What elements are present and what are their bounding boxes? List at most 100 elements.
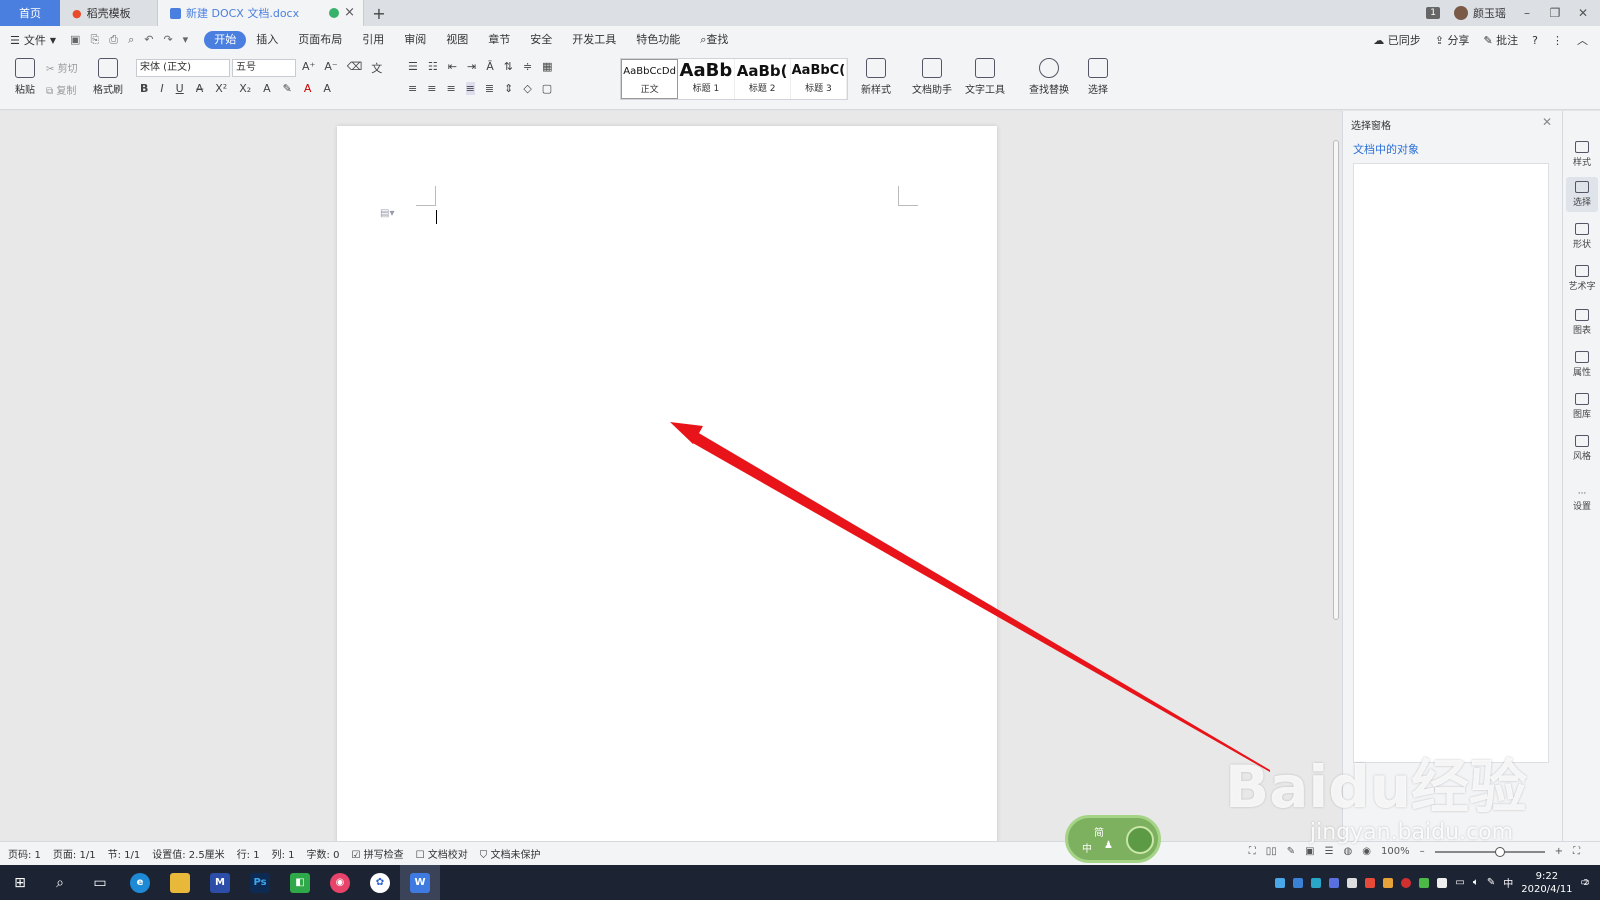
- proofread-button[interactable]: ☐ 文档校对: [416, 846, 468, 861]
- tab-view[interactable]: 视图: [436, 31, 478, 49]
- tab-chapter[interactable]: 章节: [478, 31, 520, 49]
- file-explorer-icon[interactable]: [160, 865, 200, 900]
- collapse-ribbon-icon[interactable]: ︿: [1577, 32, 1588, 48]
- write-mode-icon[interactable]: ✎: [1287, 846, 1295, 857]
- align-right-icon[interactable]: ≡: [446, 82, 455, 95]
- bold-button[interactable]: B: [140, 82, 148, 95]
- photoshop-icon[interactable]: Ps: [240, 865, 280, 900]
- read-mode-icon[interactable]: ▯▯: [1266, 846, 1277, 857]
- status-word-count[interactable]: 字数: 0: [307, 846, 340, 861]
- style-heading-1[interactable]: AaBb 标题 1: [678, 59, 735, 99]
- numbered-list-icon[interactable]: ☷: [428, 60, 438, 73]
- paragraph-layout-icon[interactable]: ▤▾: [380, 208, 394, 219]
- vertical-scrollbar[interactable]: [1330, 112, 1342, 840]
- align-center-icon[interactable]: ≡: [427, 82, 436, 95]
- status-pages[interactable]: 页面: 1/1: [53, 846, 96, 861]
- distribute-icon[interactable]: ≣: [485, 82, 494, 95]
- task-view-icon[interactable]: ▭: [80, 865, 120, 900]
- text-effect-icon[interactable]: A: [263, 82, 271, 95]
- tray-network-icon[interactable]: [1275, 877, 1286, 888]
- rt-chart[interactable]: 图表: [1566, 309, 1598, 336]
- superscript-icon[interactable]: X²: [215, 82, 227, 95]
- rt-theme[interactable]: 风格: [1566, 435, 1598, 462]
- spellcheck-button[interactable]: ☑ 拼写检查: [351, 846, 403, 861]
- justify-icon[interactable]: ≡: [465, 82, 475, 95]
- rt-settings[interactable]: ··· 设置: [1566, 489, 1598, 512]
- window-count-badge[interactable]: 1: [1426, 7, 1440, 19]
- find-button[interactable]: ⌕查找: [690, 31, 738, 49]
- pink-app-icon[interactable]: ◉: [320, 865, 360, 900]
- rt-wordart[interactable]: 艺术字: [1566, 265, 1598, 292]
- grow-font-icon[interactable]: A⁺: [302, 60, 315, 76]
- paw-app-icon[interactable]: ✿: [360, 865, 400, 900]
- increase-indent-icon[interactable]: ⇥: [467, 60, 476, 73]
- font-size-select[interactable]: 五号: [232, 59, 296, 77]
- tab-features[interactable]: 特色功能: [626, 31, 690, 49]
- format-painter-button[interactable]: 格式刷: [90, 58, 126, 96]
- close-icon[interactable]: ✕: [1542, 115, 1552, 129]
- help-button[interactable]: ?: [1532, 34, 1538, 47]
- tab-references[interactable]: 引用: [352, 31, 394, 49]
- tab-document[interactable]: 新建 DOCX 文档.docx ×: [158, 0, 364, 26]
- rt-shape[interactable]: 形状: [1566, 223, 1598, 250]
- tray-display-icon[interactable]: ▭: [1455, 877, 1464, 888]
- char-shading-icon[interactable]: A: [323, 82, 331, 95]
- doc-assistant-button[interactable]: 文档助手: [910, 58, 954, 96]
- border-icon[interactable]: ▢: [542, 82, 552, 95]
- paste-button[interactable]: 粘贴: [10, 58, 40, 96]
- document-area[interactable]: ▤▾: [0, 111, 1336, 846]
- ime-widget[interactable]: 简 中 ♟: [1065, 815, 1161, 863]
- sync-button[interactable]: ☁ 已同步: [1373, 32, 1421, 48]
- zoom-in-icon[interactable]: +: [1555, 846, 1563, 857]
- strikethrough-icon[interactable]: A̶: [196, 82, 204, 95]
- tray-pen-icon[interactable]: ✎: [1487, 877, 1495, 888]
- user-name[interactable]: 颜玉瑶: [1473, 5, 1506, 21]
- restore-button[interactable]: ❐: [1548, 6, 1562, 20]
- minimize-button[interactable]: –: [1520, 6, 1534, 20]
- tray-volume-icon[interactable]: 🔈︎: [1473, 877, 1479, 888]
- panel-title[interactable]: 选择窗格: [1351, 117, 1391, 132]
- page-view-icon[interactable]: ▣: [1305, 846, 1314, 857]
- undo-icon[interactable]: ↶: [144, 33, 153, 47]
- paragraph-spacing-icon[interactable]: ⇕: [504, 82, 513, 95]
- tray-red-icon[interactable]: [1401, 877, 1412, 888]
- tray-app-icon[interactable]: [1329, 877, 1340, 888]
- print-icon[interactable]: ⎙: [109, 33, 118, 47]
- table-borders-icon[interactable]: ▦: [542, 60, 552, 73]
- underline-button[interactable]: U: [176, 82, 184, 95]
- status-page-number[interactable]: 页码: 1: [8, 846, 41, 861]
- tab-review[interactable]: 审阅: [394, 31, 436, 49]
- decrease-indent-icon[interactable]: ⇤: [448, 60, 457, 73]
- close-tab-icon[interactable]: ×: [344, 5, 355, 20]
- tray-lang[interactable]: 中: [1503, 875, 1513, 890]
- rt-properties[interactable]: 属性: [1566, 351, 1598, 378]
- subscript-icon[interactable]: X₂: [239, 82, 251, 95]
- select-button[interactable]: 选择: [1080, 58, 1116, 96]
- style-normal[interactable]: AaBbCcDd 正文: [621, 59, 679, 99]
- share-button[interactable]: ⇪ 分享: [1435, 32, 1470, 48]
- tray-sync-icon[interactable]: [1311, 877, 1322, 888]
- search-icon[interactable]: ⌕: [40, 865, 80, 900]
- more-icon[interactable]: ⋮: [1552, 34, 1563, 47]
- comment-button[interactable]: ✎ 批注: [1483, 32, 1518, 48]
- tab-start[interactable]: 开始: [204, 31, 247, 49]
- clock[interactable]: 9:22 2020/4/11: [1521, 870, 1572, 896]
- scrollbar-thumb[interactable]: [1333, 140, 1339, 620]
- italic-button[interactable]: I: [160, 82, 163, 95]
- tab-page-layout[interactable]: 页面布局: [288, 31, 352, 49]
- outline-view-icon[interactable]: ☰: [1325, 846, 1334, 857]
- status-section[interactable]: 节: 1/1: [108, 846, 141, 861]
- rt-style[interactable]: 样式: [1566, 141, 1598, 168]
- phonetic-icon[interactable]: 文: [371, 60, 382, 76]
- new-style-button[interactable]: 新样式: [856, 58, 896, 96]
- tray-nvidia-icon[interactable]: [1437, 877, 1448, 888]
- browser-app-icon[interactable]: e: [120, 865, 160, 900]
- tray-record-icon[interactable]: [1365, 877, 1376, 888]
- green-app-icon[interactable]: ◧: [280, 865, 320, 900]
- status-column[interactable]: 列: 1: [272, 846, 295, 861]
- zoom-slider[interactable]: [1434, 846, 1545, 857]
- redo-icon[interactable]: ↷: [163, 33, 172, 47]
- close-window-button[interactable]: ✕: [1576, 6, 1590, 20]
- tray-shield-icon[interactable]: [1293, 877, 1304, 888]
- new-tab-button[interactable]: +: [364, 0, 394, 26]
